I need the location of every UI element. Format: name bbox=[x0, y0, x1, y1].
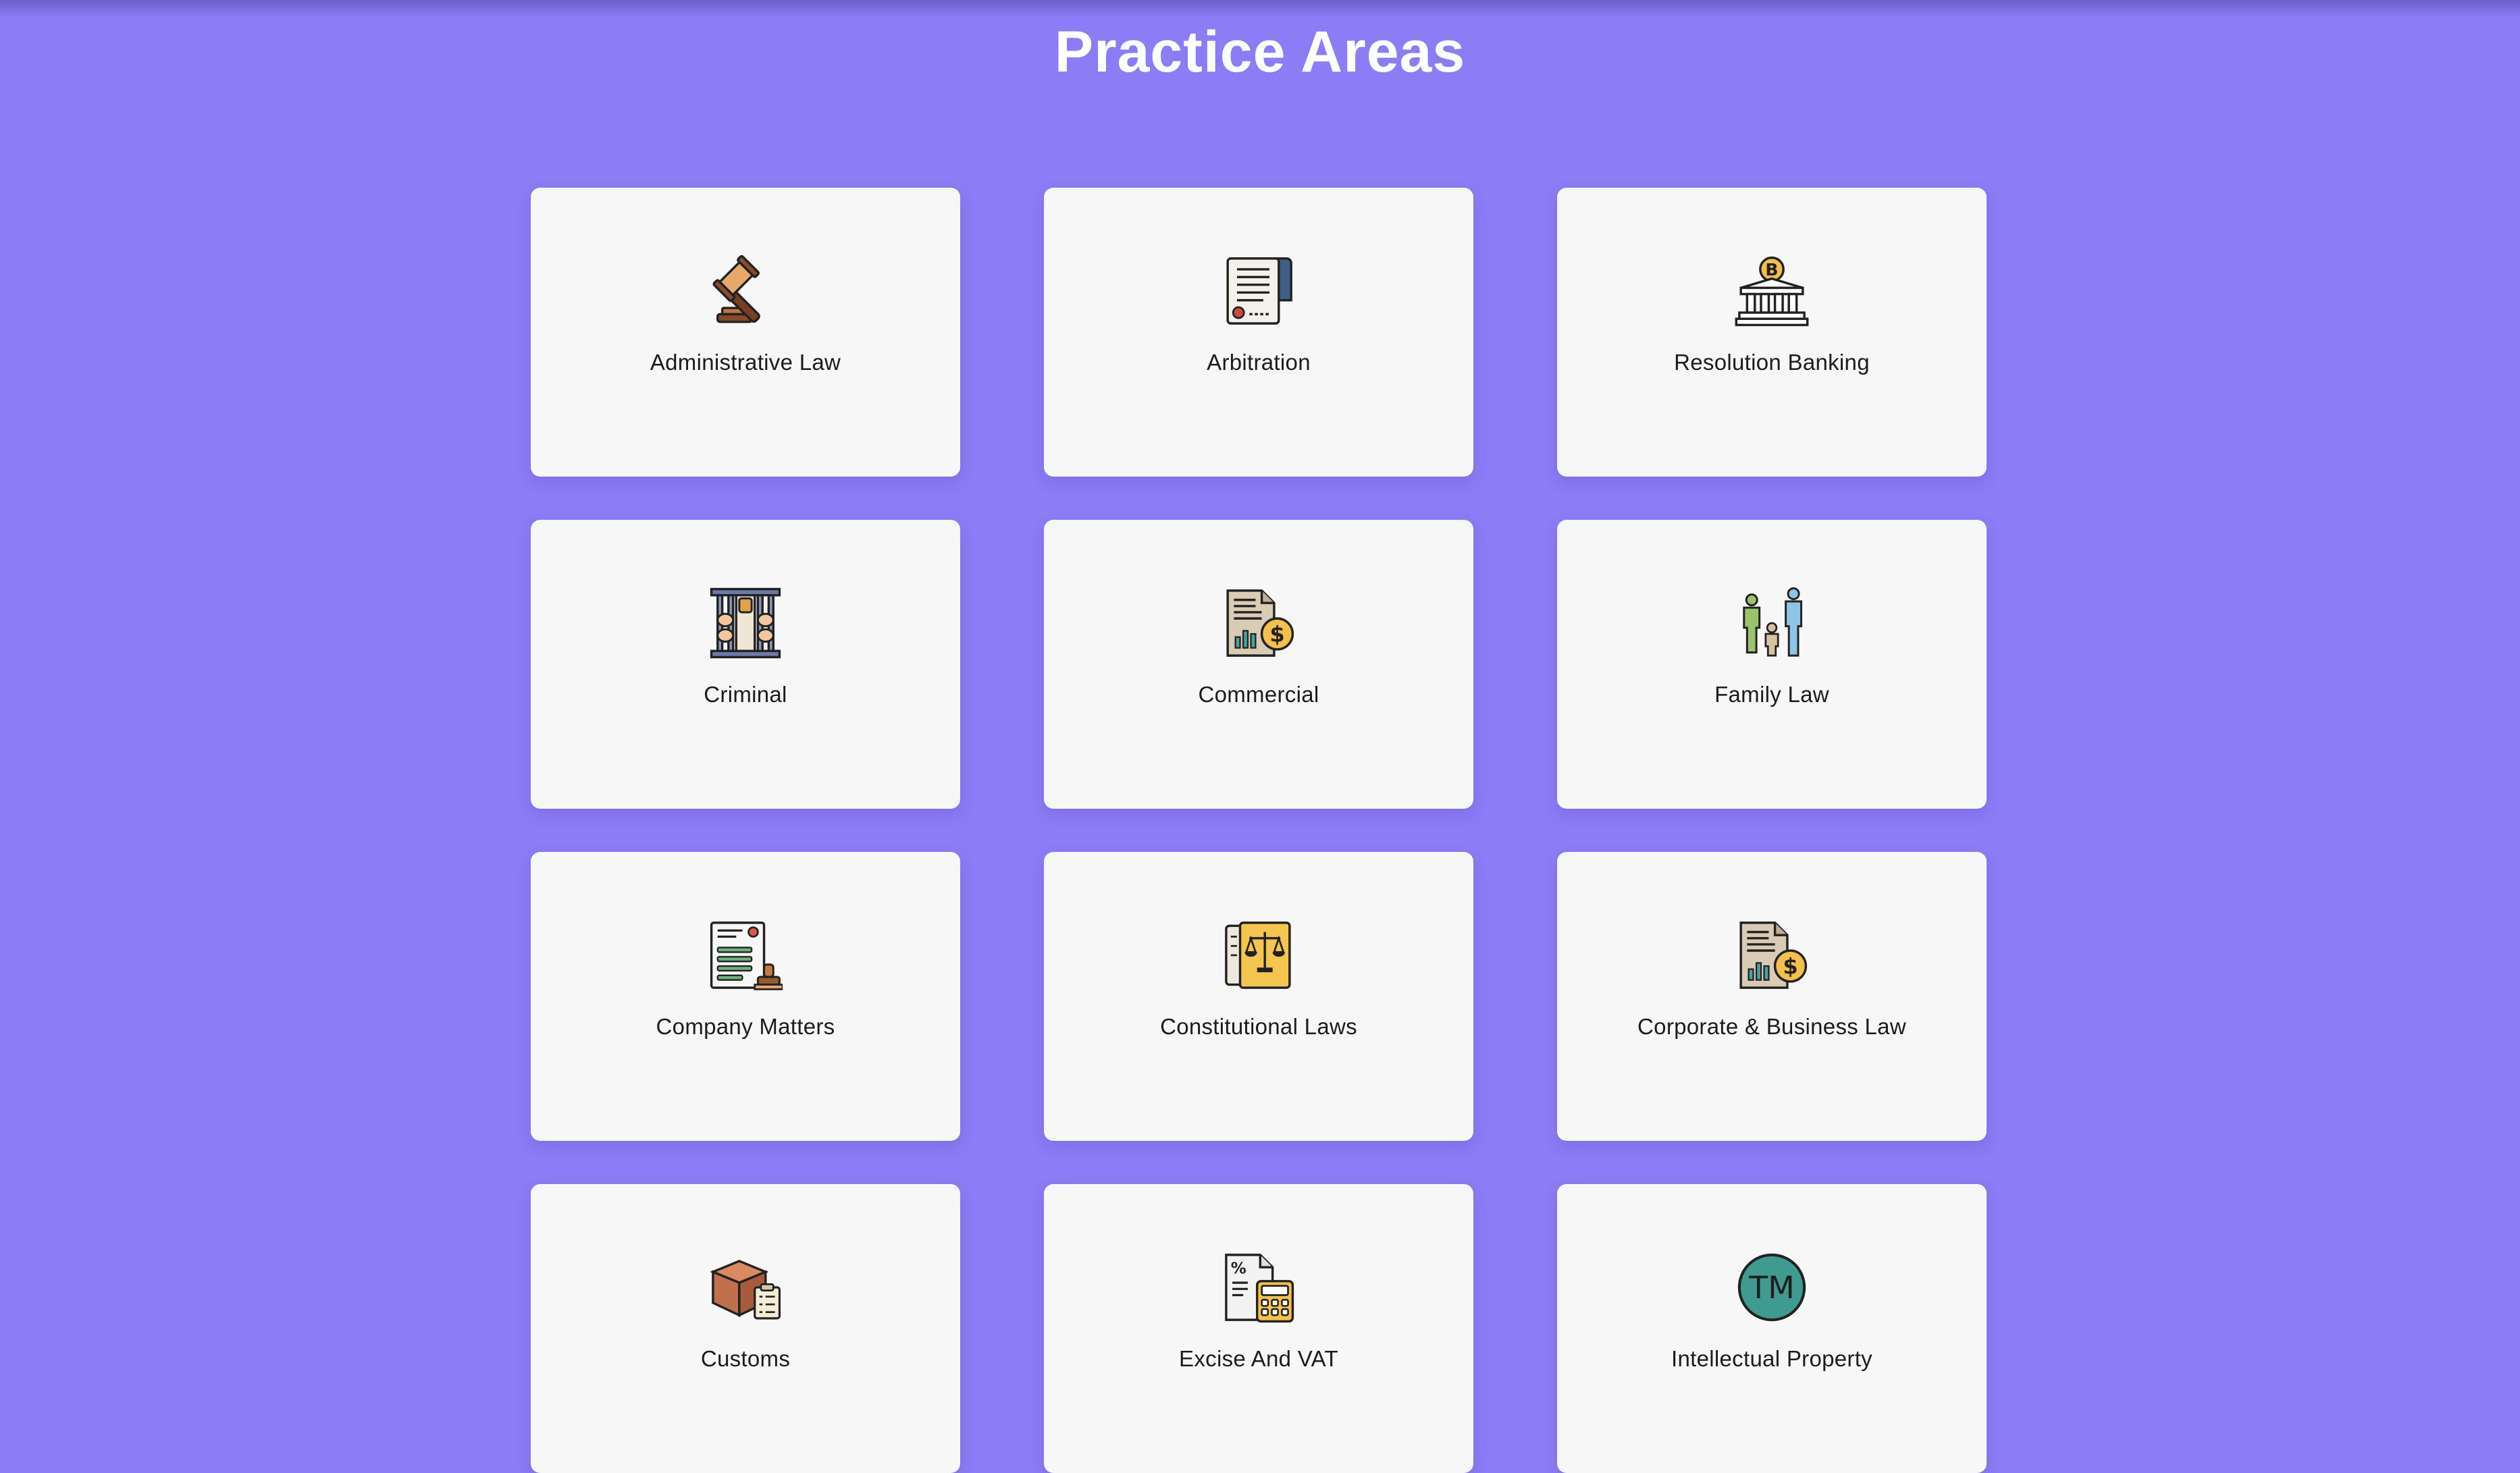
svg-text:$: $ bbox=[1783, 954, 1797, 980]
practice-card-criminal[interactable]: Criminal bbox=[531, 520, 960, 809]
practice-card-corporate-business-law[interactable]: $ Corporate & Business Law bbox=[1557, 852, 1987, 1141]
svg-text:$: $ bbox=[1269, 622, 1284, 647]
document-stamp-icon bbox=[708, 918, 783, 992]
practice-areas-grid: Administrative Law Arbitration B Resolut… bbox=[531, 188, 1987, 1473]
practice-card-label: Resolution Banking bbox=[1674, 350, 1870, 375]
practice-card-label: Excise And VAT bbox=[1179, 1346, 1338, 1371]
practice-card-label: Company Matters bbox=[656, 1014, 835, 1039]
practice-card-label: Criminal bbox=[704, 682, 787, 707]
jail-bars-icon bbox=[708, 586, 783, 660]
gavel-icon bbox=[708, 254, 783, 328]
family-icon bbox=[1735, 586, 1809, 660]
practice-card-label: Constitutional Laws bbox=[1160, 1014, 1357, 1039]
practice-card-label: Corporate & Business Law bbox=[1637, 1014, 1906, 1039]
practice-card-excise-and-vat[interactable]: % Excise And VAT bbox=[1044, 1184, 1473, 1473]
certificate-scroll-icon bbox=[1222, 254, 1296, 328]
page-title: Practice Areas bbox=[1054, 20, 1466, 84]
practice-card-label: Arbitration bbox=[1207, 350, 1311, 375]
bitcoin-bank-icon: B bbox=[1735, 254, 1809, 328]
practice-card-constitutional-laws[interactable]: Constitutional Laws bbox=[1044, 852, 1473, 1141]
practice-card-label: Family Law bbox=[1714, 682, 1829, 707]
svg-text:%: % bbox=[1231, 1260, 1246, 1277]
practice-card-administrative-law[interactable]: Administrative Law bbox=[531, 188, 960, 477]
svg-text:TM: TM bbox=[1748, 1269, 1795, 1306]
practice-card-commercial[interactable]: $ Commercial bbox=[1044, 520, 1473, 809]
package-checklist-icon bbox=[708, 1250, 783, 1324]
practice-card-customs[interactable]: Customs bbox=[531, 1184, 960, 1473]
practice-card-family-law[interactable]: Family Law bbox=[1557, 520, 1987, 809]
law-book-scales-icon bbox=[1222, 918, 1296, 992]
trademark-icon: TM bbox=[1735, 1250, 1809, 1324]
practice-card-intellectual-property[interactable]: TM Intellectual Property bbox=[1557, 1184, 1987, 1473]
svg-text:B: B bbox=[1765, 260, 1778, 279]
finance-report-icon: $ bbox=[1222, 586, 1296, 660]
tax-calculator-icon: % bbox=[1222, 1250, 1296, 1324]
practice-card-label: Commercial bbox=[1198, 682, 1319, 707]
practice-card-label: Customs bbox=[700, 1346, 791, 1371]
practice-card-label: Administrative Law bbox=[650, 350, 841, 375]
practice-card-label: Intellectual Property bbox=[1671, 1346, 1872, 1371]
practice-card-arbitration[interactable]: Arbitration bbox=[1044, 188, 1473, 477]
practice-card-company-matters[interactable]: Company Matters bbox=[531, 852, 960, 1141]
practice-card-resolution-banking[interactable]: B Resolution Banking bbox=[1557, 188, 1987, 477]
finance-report-icon: $ bbox=[1735, 918, 1809, 992]
